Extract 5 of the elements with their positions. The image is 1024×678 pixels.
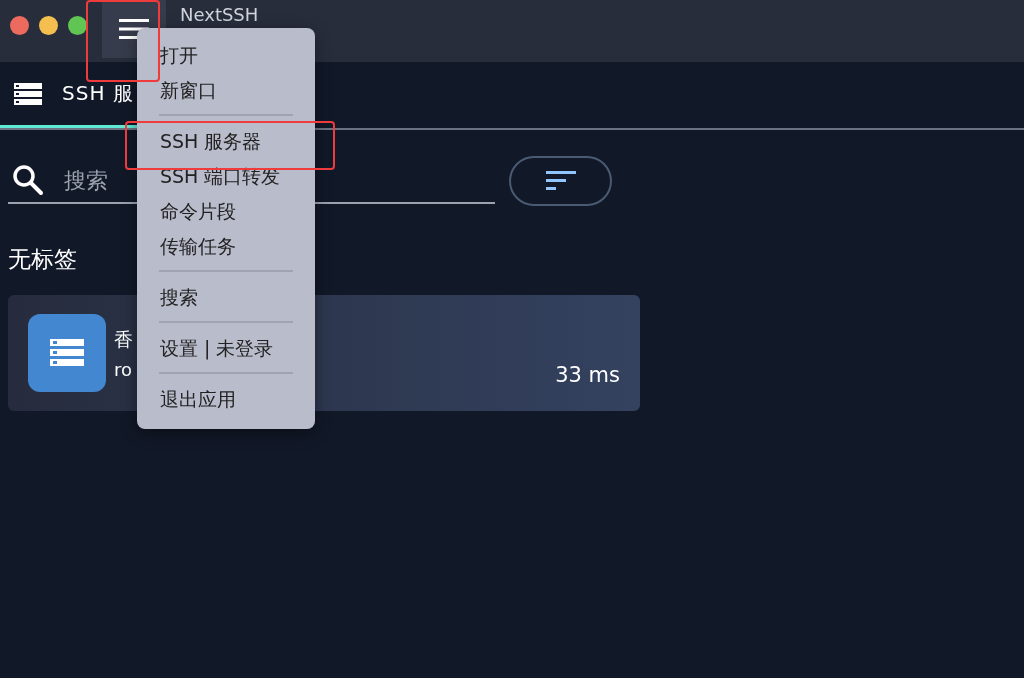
latency-label: 33 ms [555, 363, 620, 387]
server-name: 香 [114, 326, 133, 352]
window-title: NextSSH [180, 4, 259, 26]
group-heading: 无标签 [8, 245, 77, 274]
server-user: ro [114, 358, 133, 380]
